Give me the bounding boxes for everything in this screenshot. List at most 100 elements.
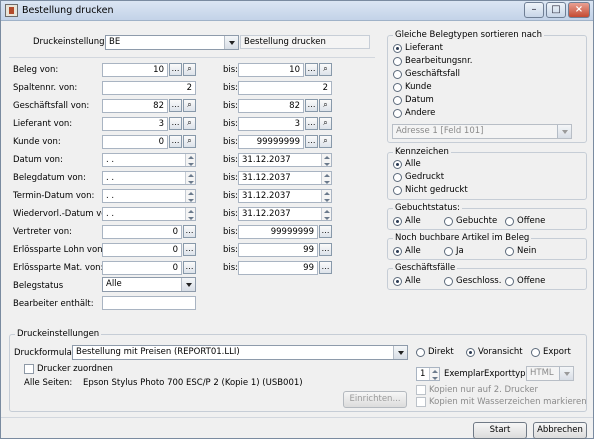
gebucht-gebuchte-radio[interactable] [444, 217, 453, 226]
output-export-radio[interactable] [531, 348, 540, 357]
close-button[interactable]: × [568, 2, 590, 18]
kunde-from-input[interactable]: 0 [102, 135, 168, 149]
copy-watermark-label: Kopien mit Wasserzeichen markieren [429, 397, 587, 407]
minimize-button[interactable]: – [524, 2, 544, 18]
belegstatus-select[interactable]: Alle [102, 277, 196, 292]
faelle-offene-radio[interactable] [505, 277, 514, 286]
copy-second-printer-checkbox[interactable] [416, 385, 426, 395]
sort-kunde-radio[interactable] [393, 83, 402, 92]
kunde-to-input[interactable]: 99999999 [238, 135, 304, 149]
search-icon[interactable]: ⌕ [183, 99, 196, 112]
ellipsis-icon[interactable]: … [319, 225, 332, 238]
spinner-icon[interactable] [185, 190, 195, 202]
gebucht-alle-radio[interactable] [393, 217, 402, 226]
ellipsis-icon[interactable]: … [169, 135, 182, 148]
search-icon[interactable]: ⌕ [319, 63, 332, 76]
sort-lieferant-radio[interactable] [393, 44, 402, 53]
erloes-mat-to-input[interactable]: 99 [238, 261, 318, 275]
buchbar-nein-radio[interactable] [505, 247, 514, 256]
wiedervorlage-from-input[interactable]: . . [102, 207, 196, 221]
spinner-icon[interactable] [185, 208, 195, 220]
geschaeftsfall-to-input[interactable]: 82 [238, 99, 304, 113]
address-field-select[interactable]: Adresse 1 [Feld 101] [392, 124, 572, 139]
spinner-icon[interactable] [321, 190, 331, 202]
ellipsis-icon[interactable]: … [319, 243, 332, 256]
lieferant-from-input[interactable]: 3 [102, 117, 168, 131]
ellipsis-icon[interactable]: … [183, 225, 196, 238]
print-settings-select[interactable]: BE [105, 35, 239, 50]
search-icon[interactable]: ⌕ [183, 117, 196, 130]
output-voransicht-radio[interactable] [466, 348, 475, 357]
printer-assign-checkbox[interactable] [24, 364, 34, 374]
search-icon[interactable]: ⌕ [183, 135, 196, 148]
address-field-value: Adresse 1 [Feld 101] [396, 126, 484, 136]
druckformular-select[interactable]: Bestellung mit Preisen (REPORT01.LLI) [72, 345, 408, 360]
spinner-icon[interactable] [185, 154, 195, 166]
ellipsis-icon[interactable]: … [169, 99, 182, 112]
buchbar-alle-radio[interactable] [393, 247, 402, 256]
bis-label: bis: [223, 101, 239, 111]
export-type-select[interactable]: HTML [526, 366, 574, 381]
ellipsis-icon[interactable]: … [169, 63, 182, 76]
maximize-button[interactable]: □ [546, 2, 566, 18]
copies-input[interactable]: 1 [416, 367, 440, 381]
erloes-lohn-from-input[interactable]: 0 [102, 243, 182, 257]
ellipsis-icon[interactable]: … [169, 117, 182, 130]
geschaeftsfall-from-input[interactable]: 82 [102, 99, 168, 113]
erloes-lohn-to-input[interactable]: 99 [238, 243, 318, 257]
ellipsis-icon[interactable]: … [319, 261, 332, 274]
spinner-icon[interactable] [429, 368, 439, 380]
spinner-icon[interactable] [185, 172, 195, 184]
search-icon[interactable]: ⌕ [319, 135, 332, 148]
sort-bearbeitungsnr-radio[interactable] [393, 57, 402, 66]
bearbeiter-input[interactable] [102, 296, 196, 310]
ellipsis-icon[interactable]: … [305, 99, 318, 112]
spalte-to-input[interactable]: 2 [238, 81, 332, 95]
faelle-geschloss-radio[interactable] [444, 277, 453, 286]
ellipsis-icon[interactable]: … [183, 261, 196, 274]
buchbar-ja-radio[interactable] [444, 247, 453, 256]
copy-watermark-checkbox[interactable] [416, 397, 426, 407]
termindatum-from-input[interactable]: . . [102, 189, 196, 203]
belegdatum-to-input[interactable]: 31.12.2037 [238, 171, 332, 185]
ellipsis-icon[interactable]: … [305, 135, 318, 148]
spinner-icon[interactable] [321, 172, 331, 184]
erloes-mat-from-input[interactable]: 0 [102, 261, 182, 275]
cancel-button[interactable]: Abbrechen [533, 422, 587, 439]
output-direkt-radio[interactable] [416, 348, 425, 357]
termindatum-to-input[interactable]: 31.12.2037 [238, 189, 332, 203]
ellipsis-icon[interactable]: … [183, 243, 196, 256]
wiedervorlage-to-input[interactable]: 31.12.2037 [238, 207, 332, 221]
kennzeichen-nicht-gedruckt-radio[interactable] [393, 186, 402, 195]
datum-to-input[interactable]: 31.12.2037 [238, 153, 332, 167]
ellipsis-icon[interactable]: … [305, 63, 318, 76]
sort-geschaeftsfall-radio[interactable] [393, 70, 402, 79]
faelle-option-label: Geschloss. [456, 276, 502, 286]
spinner-icon[interactable] [321, 154, 331, 166]
spalte-from-input[interactable]: 2 [102, 81, 196, 95]
search-icon[interactable]: ⌕ [183, 63, 196, 76]
vertreter-to-input[interactable]: 99999999 [238, 225, 318, 239]
gebucht-offene-radio[interactable] [505, 217, 514, 226]
kennzeichen-gedruckt-radio[interactable] [393, 173, 402, 182]
belegdatum-from-input[interactable]: . . [102, 171, 196, 185]
start-button[interactable]: Start [473, 422, 527, 439]
date-placeholder: . . [106, 191, 115, 201]
druck-title: Druckeinstellungen [15, 329, 102, 339]
sort-andere-radio[interactable] [393, 109, 402, 118]
search-icon[interactable]: ⌕ [319, 117, 332, 130]
kennzeichen-alle-radio[interactable] [393, 160, 402, 169]
row-label-beleg: Beleg von: [13, 65, 59, 75]
beleg-to-input[interactable]: 10 [238, 63, 304, 77]
buchbar-option-label: Nein [517, 246, 537, 256]
lieferant-to-input[interactable]: 3 [238, 117, 304, 131]
search-icon[interactable]: ⌕ [319, 99, 332, 112]
spinner-icon[interactable] [321, 208, 331, 220]
setup-button[interactable]: Einrichten... [343, 391, 407, 408]
vertreter-from-input[interactable]: 0 [102, 225, 182, 239]
datum-from-input[interactable]: . . [102, 153, 196, 167]
faelle-alle-radio[interactable] [393, 277, 402, 286]
sort-datum-radio[interactable] [393, 96, 402, 105]
ellipsis-icon[interactable]: … [305, 117, 318, 130]
beleg-from-input[interactable]: 10 [102, 63, 168, 77]
